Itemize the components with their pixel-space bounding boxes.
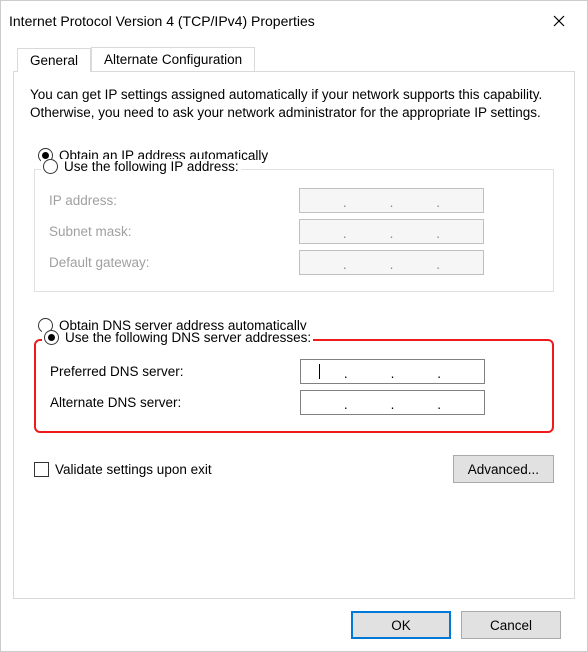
alternate-dns-input[interactable]: ... [300,390,485,415]
tab-alternate[interactable]: Alternate Configuration [91,47,255,71]
ipv4-properties-dialog: Internet Protocol Version 4 (TCP/IPv4) P… [0,0,588,652]
radio-ip-manual-label: Use the following IP address: [64,159,239,174]
titlebar: Internet Protocol Version 4 (TCP/IPv4) P… [1,1,587,41]
advanced-button[interactable]: Advanced... [453,455,554,483]
ip-dots: ... [301,391,484,414]
ip-dots: ... [300,220,483,243]
tab-panel-general: You can get IP settings assigned automat… [13,71,575,599]
preferred-dns-label: Preferred DNS server: [50,364,300,379]
content-area: General Alternate Configuration You can … [1,41,587,651]
ip-address-row: IP address: ... [49,188,539,213]
ip-address-label: IP address: [49,193,299,208]
subnet-input: ... [299,219,484,244]
subnet-row: Subnet mask: ... [49,219,539,244]
alternate-dns-label: Alternate DNS server: [50,395,300,410]
ok-button[interactable]: OK [351,611,451,639]
bottom-row: Validate settings upon exit Advanced... [34,455,554,483]
radio-dns-manual[interactable]: Use the following DNS server addresses: [42,330,313,345]
radio-icon [44,330,59,345]
description-text: You can get IP settings assigned automat… [30,86,558,122]
radio-icon [43,159,58,174]
window-title: Internet Protocol Version 4 (TCP/IPv4) P… [9,13,315,29]
radio-ip-manual[interactable]: Use the following IP address: [41,159,241,174]
radio-dns-manual-label: Use the following DNS server addresses: [65,330,311,345]
subnet-label: Subnet mask: [49,224,299,239]
preferred-dns-row: Preferred DNS server: ... [50,359,538,384]
dialog-footer: OK Cancel [13,599,575,639]
checkbox-icon [34,462,49,477]
close-button[interactable] [539,7,579,35]
validate-checkbox[interactable]: Validate settings upon exit [34,462,212,477]
gateway-row: Default gateway: ... [49,250,539,275]
cancel-button[interactable]: Cancel [461,611,561,639]
validate-label: Validate settings upon exit [55,462,212,477]
close-icon [553,15,565,27]
dns-manual-group: Use the following DNS server addresses: … [34,339,554,433]
ip-address-input: ... [299,188,484,213]
ip-manual-group: Use the following IP address: IP address… [34,169,554,292]
ip-dots: ... [301,360,484,383]
tab-general[interactable]: General [17,48,91,72]
gateway-input: ... [299,250,484,275]
tab-strip: General Alternate Configuration [17,47,575,71]
preferred-dns-input[interactable]: ... [300,359,485,384]
ip-dots: ... [300,189,483,212]
gateway-label: Default gateway: [49,255,299,270]
alternate-dns-row: Alternate DNS server: ... [50,390,538,415]
ip-dots: ... [300,251,483,274]
